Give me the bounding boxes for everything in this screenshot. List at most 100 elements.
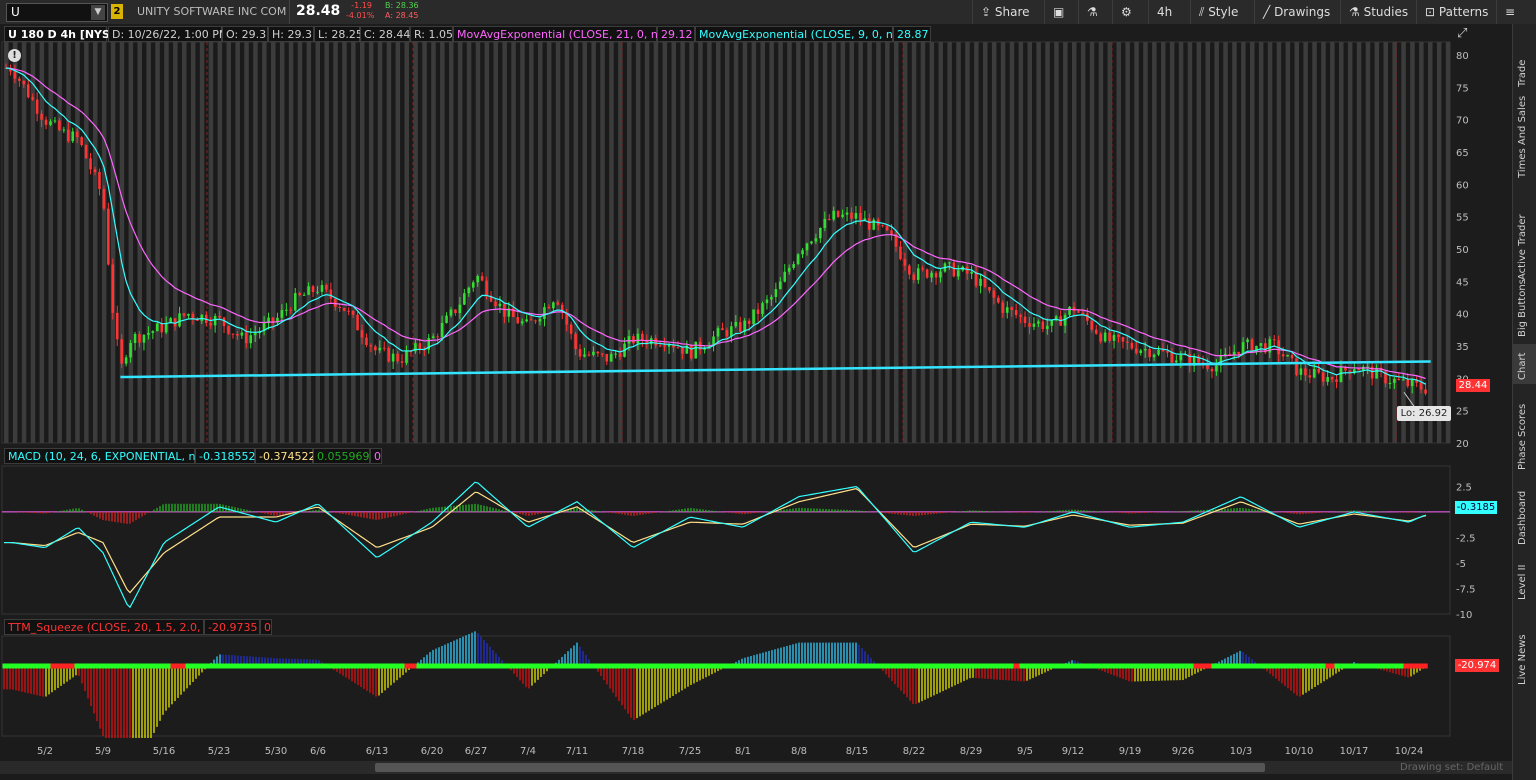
chart-area[interactable]: 80757065605550454035302520 2.5-2.5-5-7.5… (0, 24, 1512, 764)
ttm-label[interactable]: TTM_Squeeze (CLOSE, 20, 1.5, 2.0, 1.0) (4, 619, 226, 635)
candle-body (111, 264, 115, 313)
macd-label[interactable]: MACD (10, 24, 6, EXPONENTIAL, no) (4, 448, 207, 464)
right-tab-trade[interactable]: Trade (1513, 36, 1536, 91)
session-stripe (297, 42, 303, 443)
session-stripe (644, 42, 650, 443)
candle-body (351, 310, 355, 315)
flask-button[interactable]: ⚗ (1078, 0, 1113, 24)
company-name: UNITY SOFTWARE INC COM (137, 5, 287, 18)
candle-body (209, 323, 212, 326)
squeeze-dot (1202, 663, 1206, 669)
squeeze-dot (905, 663, 909, 669)
candle-body (240, 332, 244, 336)
candle-body (774, 289, 778, 298)
candle-body (765, 299, 769, 304)
session-stripe (404, 42, 409, 443)
squeeze-dot (731, 663, 735, 669)
right-tab-dashboard[interactable]: Dashboard (1513, 479, 1536, 549)
squeeze-dot (203, 663, 207, 669)
header-open: O: 29.3 (222, 26, 268, 42)
squeeze-dot (1178, 663, 1182, 669)
price-badge: 28.44 (1456, 379, 1490, 392)
candle-body (1308, 375, 1312, 378)
squeeze-dot (182, 663, 186, 669)
squeeze-dot (593, 663, 597, 669)
squeeze-dot (437, 663, 441, 669)
alert-icon[interactable]: ! (8, 49, 21, 62)
session-stripe (457, 42, 463, 443)
menu-icon: ≡ (1505, 5, 1516, 19)
right-tab-active-trader[interactable]: Active Trader (1513, 184, 1536, 284)
session-stripe (956, 42, 961, 443)
squeeze-dot (1085, 663, 1089, 669)
squeeze-dot (491, 663, 495, 669)
right-tab-big-buttons[interactable]: Big Buttons (1513, 279, 1536, 341)
candle-body (80, 137, 83, 146)
squeeze-dot (1145, 663, 1149, 669)
squeeze-dot (839, 663, 843, 669)
squeeze-dot (800, 663, 804, 669)
squeeze-dot (1061, 663, 1065, 669)
candle-body (374, 346, 377, 351)
squeeze-dot (950, 663, 954, 669)
squeeze-dot (104, 663, 108, 669)
squeeze-dot (143, 663, 147, 669)
menu-button[interactable]: ≡ (1496, 0, 1521, 24)
squeeze-dot (1214, 663, 1218, 669)
ema9-label[interactable]: MovAvgExponential (CLOSE, 9, 0, no) (695, 26, 904, 42)
right-tab-times-and-sales[interactable]: Times And Sales (1513, 94, 1536, 182)
right-tab-level-ii[interactable]: Level II (1513, 554, 1536, 604)
candle-body (236, 333, 239, 336)
squeeze-dot (506, 663, 510, 669)
drawings-button[interactable]: ╱ Drawings (1254, 0, 1343, 24)
squeeze-dot (194, 663, 198, 669)
squeeze-dot (1157, 663, 1161, 669)
save-button[interactable]: ▣ (1044, 0, 1079, 24)
time-scrollbar[interactable] (0, 761, 1512, 774)
squeeze-dot (365, 663, 369, 669)
x-tick-label: 8/15 (846, 746, 868, 757)
share-button[interactable]: ⇪ Share (972, 0, 1045, 24)
link-badge[interactable]: 2 (111, 4, 123, 19)
candle-body (605, 353, 609, 362)
session-stripe (110, 42, 116, 443)
session-stripe (395, 42, 401, 443)
squeeze-dot (497, 663, 501, 669)
squeeze-dot (1013, 663, 1017, 669)
candle-body (654, 338, 657, 346)
squeeze-dot (1388, 663, 1392, 669)
price-tick-label: 20 (1456, 439, 1469, 450)
squeeze-dot (152, 663, 156, 669)
squeeze-dot (32, 663, 36, 669)
patterns-button[interactable]: ⊡ Patterns (1416, 0, 1499, 24)
right-tab-chart[interactable]: Chart (1513, 344, 1536, 384)
symbol-input[interactable]: U ▼ (6, 3, 108, 22)
squeeze-dot (1109, 663, 1113, 669)
ttm-plot-bg (1, 635, 1451, 737)
candle-body (1023, 316, 1027, 324)
style-button[interactable]: ⫽ Style (1190, 0, 1257, 24)
squeeze-dot (1283, 663, 1287, 669)
squeeze-dot (1328, 663, 1332, 669)
squeeze-dot (1190, 663, 1194, 669)
aggregation-button[interactable]: 4h (1148, 0, 1187, 24)
candle-body (725, 330, 729, 337)
settings-button[interactable]: ⚙ (1112, 0, 1147, 24)
scrollbar-thumb[interactable] (375, 763, 1265, 772)
squeeze-dot (1361, 663, 1365, 669)
squeeze-dot (1118, 663, 1122, 669)
squeeze-dot (65, 663, 69, 669)
squeeze-dot (1169, 663, 1173, 669)
session-stripe (119, 42, 125, 443)
session-stripe (885, 42, 890, 443)
right-tab-phase-scores[interactable]: Phase Scores (1513, 389, 1536, 474)
squeeze-dot (1295, 663, 1299, 669)
right-tab-live-news[interactable]: Live News (1513, 609, 1536, 689)
chevron-down-icon[interactable]: ▼ (91, 5, 105, 20)
session-stripe (360, 42, 365, 443)
candle-body (471, 282, 475, 288)
ema21-label[interactable]: MovAvgExponential (CLOSE, 21, 0, no) (453, 26, 669, 42)
expand-icon[interactable]: ⤢ (1457, 26, 1473, 42)
studies-button[interactable]: ⚗ Studies (1340, 0, 1417, 24)
squeeze-dot (1103, 663, 1107, 669)
